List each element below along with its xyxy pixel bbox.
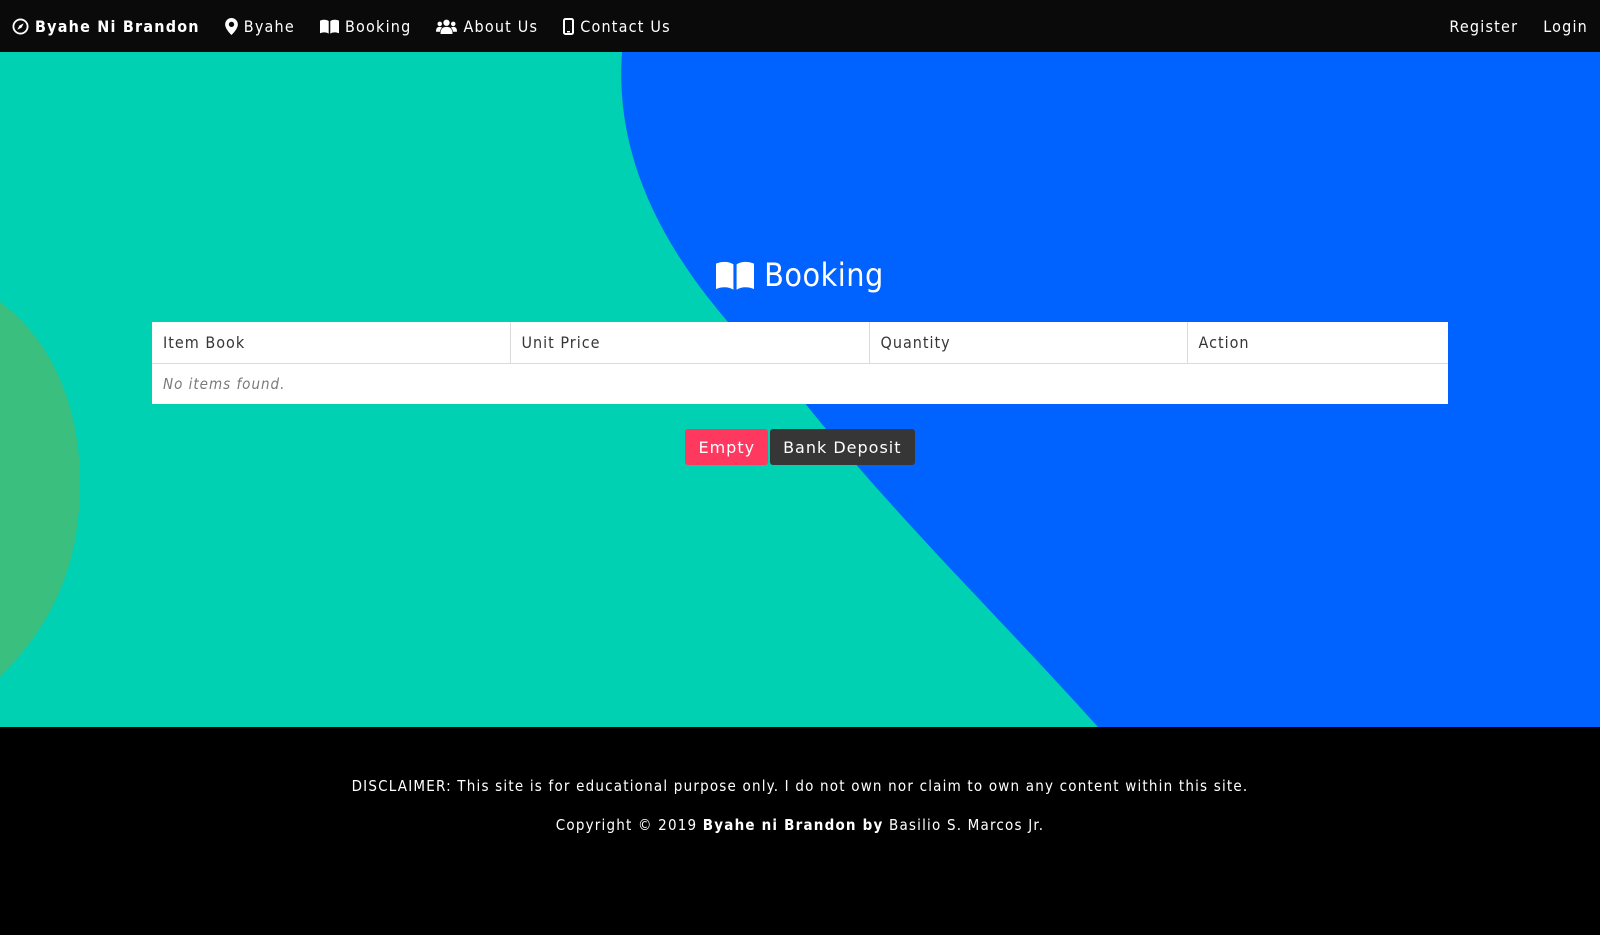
copyright-by: by bbox=[856, 816, 884, 834]
copyright-text: Copyright © 2019 Byahe ni Brandon by Bas… bbox=[0, 816, 1600, 834]
author-name: Basilio S. Marcos Jr. bbox=[883, 816, 1045, 834]
login-link[interactable]: Login bbox=[1543, 17, 1588, 36]
users-icon bbox=[436, 19, 458, 34]
compass-icon bbox=[12, 17, 29, 35]
bank-deposit-button[interactable]: Bank Deposit bbox=[770, 429, 915, 465]
site-name: Byahe ni Brandon bbox=[702, 816, 857, 834]
hero-section: Booking Item Book Unit Price Quantity Ac… bbox=[0, 52, 1600, 727]
nav-item-label: About Us bbox=[463, 16, 539, 36]
nav-item-booking[interactable]: Booking bbox=[319, 16, 412, 36]
column-header-quantity: Quantity bbox=[869, 322, 1188, 364]
nav-item-label: Byahe bbox=[243, 16, 295, 36]
nav-item-contact[interactable]: Contact Us bbox=[563, 17, 671, 36]
booking-table: Item Book Unit Price Quantity Action No … bbox=[152, 322, 1448, 404]
page-title-text: Booking bbox=[764, 256, 884, 294]
column-header-unit-price: Unit Price bbox=[510, 322, 870, 364]
navbar: Byahe Ni Brandon Byahe Booking About Us bbox=[0, 0, 1600, 52]
footer: DISCLAIMER: This site is for educational… bbox=[0, 727, 1600, 935]
register-link[interactable]: Register bbox=[1449, 17, 1518, 36]
empty-button[interactable]: Empty bbox=[685, 429, 769, 465]
table-row: No items found. bbox=[152, 363, 1448, 404]
empty-message: No items found. bbox=[163, 374, 286, 393]
column-header-item-book: Item Book bbox=[152, 322, 511, 364]
nav-right: Register Login bbox=[1424, 17, 1588, 36]
nav-item-byahe[interactable]: Byahe bbox=[224, 16, 295, 36]
brand-link[interactable]: Byahe Ni Brandon bbox=[12, 17, 200, 36]
book-open-icon bbox=[716, 261, 755, 290]
column-header-action: Action bbox=[1187, 322, 1448, 364]
mobile-icon bbox=[563, 17, 575, 35]
book-open-icon bbox=[319, 19, 339, 34]
nav-item-label: Contact Us bbox=[580, 16, 671, 36]
copyright-prefix: Copyright © 2019 bbox=[555, 816, 703, 834]
table-header-row: Item Book Unit Price Quantity Action bbox=[152, 322, 1448, 364]
disclaimer-text: DISCLAIMER: This site is for educational… bbox=[351, 777, 1249, 795]
page-title: Booking bbox=[0, 256, 1600, 294]
action-buttons: Empty Bank Deposit bbox=[0, 429, 1600, 465]
brand-label: Byahe Ni Brandon bbox=[35, 16, 200, 36]
nav-item-about[interactable]: About Us bbox=[436, 17, 538, 36]
nav-item-label: Booking bbox=[344, 16, 412, 36]
map-marker-icon bbox=[224, 17, 238, 35]
